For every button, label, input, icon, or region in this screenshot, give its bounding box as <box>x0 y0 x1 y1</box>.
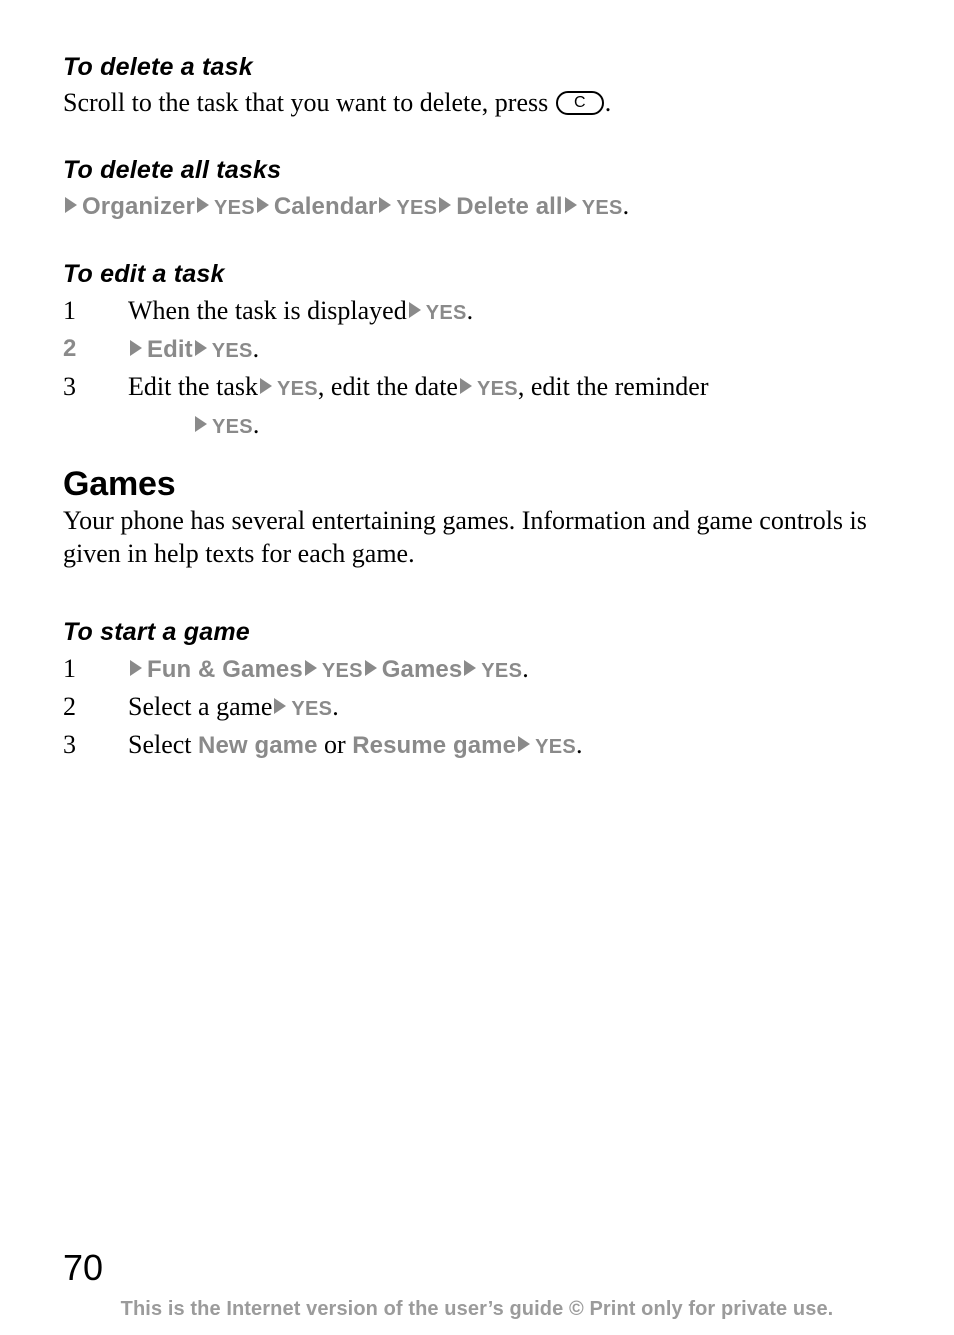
arrow-right-icon <box>274 698 287 714</box>
softkey-yes-3: YES <box>581 197 623 219</box>
document-page: To delete a task Scroll to the task that… <box>0 0 954 1335</box>
step-number: 3 <box>63 730 76 759</box>
menu-item-edit: Edit <box>147 336 193 363</box>
arrow-right-icon <box>259 378 272 394</box>
arrow-right-icon <box>564 197 577 213</box>
delete-task-instruction-text: Scroll to the task that you want to dele… <box>63 88 549 117</box>
arrow-right-icon <box>194 340 207 356</box>
menu-item-resume-game: Resume game <box>352 732 517 759</box>
arrow-right-icon <box>130 660 142 676</box>
step-number: 1 <box>63 654 76 683</box>
softkey-yes: YES <box>425 302 467 324</box>
page-number: 70 <box>63 1247 104 1288</box>
paragraph-delete-a-task: Scroll to the task that you want to dele… <box>63 86 893 119</box>
menu-item-delete-all: Delete all <box>456 193 563 220</box>
step-item: 1 When the task is displayed YES. <box>63 293 893 331</box>
step-text-part-3: , edit the reminder <box>517 372 709 401</box>
step-item: 3 Select New game or Resume game YES. <box>63 727 893 765</box>
step-item: 2 Select a game YES. <box>63 689 893 727</box>
section-delete-a-task: To delete a task Scroll to the task that… <box>63 52 893 119</box>
step-continuation-line: YES. <box>128 407 893 445</box>
arrow-right-icon <box>464 660 477 676</box>
step-text: Select a game <box>128 692 273 721</box>
heading-edit-a-task: To edit a task <box>63 260 225 288</box>
step-number: 2 <box>63 692 76 721</box>
menu-path-delete-all-tasks: Organizer YES Calendar YES Delete all YES. <box>63 189 893 225</box>
step-period: . <box>466 296 474 325</box>
step-period: . <box>332 692 339 721</box>
arrow-right-icon <box>195 416 207 432</box>
menu-item-new-game: New game <box>198 732 318 759</box>
section-delete-all-tasks: To delete all tasks Organizer YES Calendar… <box>63 155 893 225</box>
step-text-part-2: , edit the date <box>317 372 458 401</box>
heading-delete-a-task: To delete a task <box>63 53 253 81</box>
menu-path-period: . <box>622 191 630 220</box>
section-start-a-game: To start a game 1 Fun & Games YES Games YES… <box>63 617 893 765</box>
arrow-right-icon <box>304 660 317 676</box>
softkey-yes-1: YES <box>276 378 318 400</box>
section-edit-a-task: To edit a task 1 When the task is displa… <box>63 259 893 445</box>
step-number: 1 <box>63 296 76 325</box>
softkey-yes-2: YES <box>476 378 518 400</box>
step-number: 3 <box>63 372 76 401</box>
menu-item-fun-and-games: Fun & Games <box>147 656 303 683</box>
arrow-right-icon <box>130 340 142 356</box>
step-period: . <box>522 654 529 683</box>
arrow-right-icon <box>364 660 377 676</box>
menu-item-calendar: Calendar <box>273 193 378 220</box>
step-item: 3 Edit the task YES, edit the date YES, ed… <box>63 369 893 445</box>
step-period: . <box>252 410 260 439</box>
step-text-part-1: Edit the task <box>128 372 258 401</box>
step-period: . <box>252 334 260 363</box>
section-games: Games Your phone has several entertainin… <box>63 464 893 570</box>
softkey-yes: YES <box>211 340 253 362</box>
step-period: . <box>575 730 583 759</box>
heading-delete-all-tasks: To delete all tasks <box>63 156 282 184</box>
step-conjunction: or <box>324 730 346 759</box>
step-number: 2 <box>63 335 77 362</box>
arrow-right-icon <box>65 197 77 213</box>
arrow-right-icon <box>459 378 472 394</box>
step-text: When the task is displayed <box>128 296 407 325</box>
arrow-right-icon <box>439 197 452 213</box>
steps-start-a-game: 1 Fun & Games YES Games YES. 2 Select a gam… <box>63 651 893 765</box>
menu-item-games: Games <box>381 656 463 683</box>
arrow-right-icon <box>256 197 269 213</box>
softkey-yes-3: YES <box>212 416 253 438</box>
delete-task-trailing-period: . <box>604 88 612 117</box>
arrow-right-icon <box>379 197 392 213</box>
arrow-right-icon <box>408 302 421 318</box>
step-item: 2 Edit YES. <box>63 331 893 369</box>
paragraph-games: Your phone has several entertaining game… <box>63 506 867 568</box>
heading-games: Games <box>63 465 176 503</box>
menu-item-organizer: Organizer <box>82 193 195 220</box>
step-item: 1 Fun & Games YES Games YES. <box>63 651 893 689</box>
heading-start-a-game: To start a game <box>63 618 250 646</box>
footer-note: This is the Internet version of the user… <box>120 1298 834 1320</box>
softkey-yes: YES <box>535 736 576 758</box>
arrow-right-icon <box>518 736 531 752</box>
softkey-yes-1: YES <box>213 197 255 219</box>
softkey-yes: YES <box>291 698 333 720</box>
arrow-right-icon <box>196 197 209 213</box>
softkey-yes-1: YES <box>321 660 363 682</box>
steps-edit-a-task: 1 When the task is displayed YES. 2 Edit Y… <box>63 293 893 445</box>
step-text: Select <box>128 730 192 759</box>
clear-key-icon: C <box>555 91 604 115</box>
softkey-yes-2: YES <box>396 197 438 219</box>
softkey-yes-2: YES <box>481 660 523 682</box>
